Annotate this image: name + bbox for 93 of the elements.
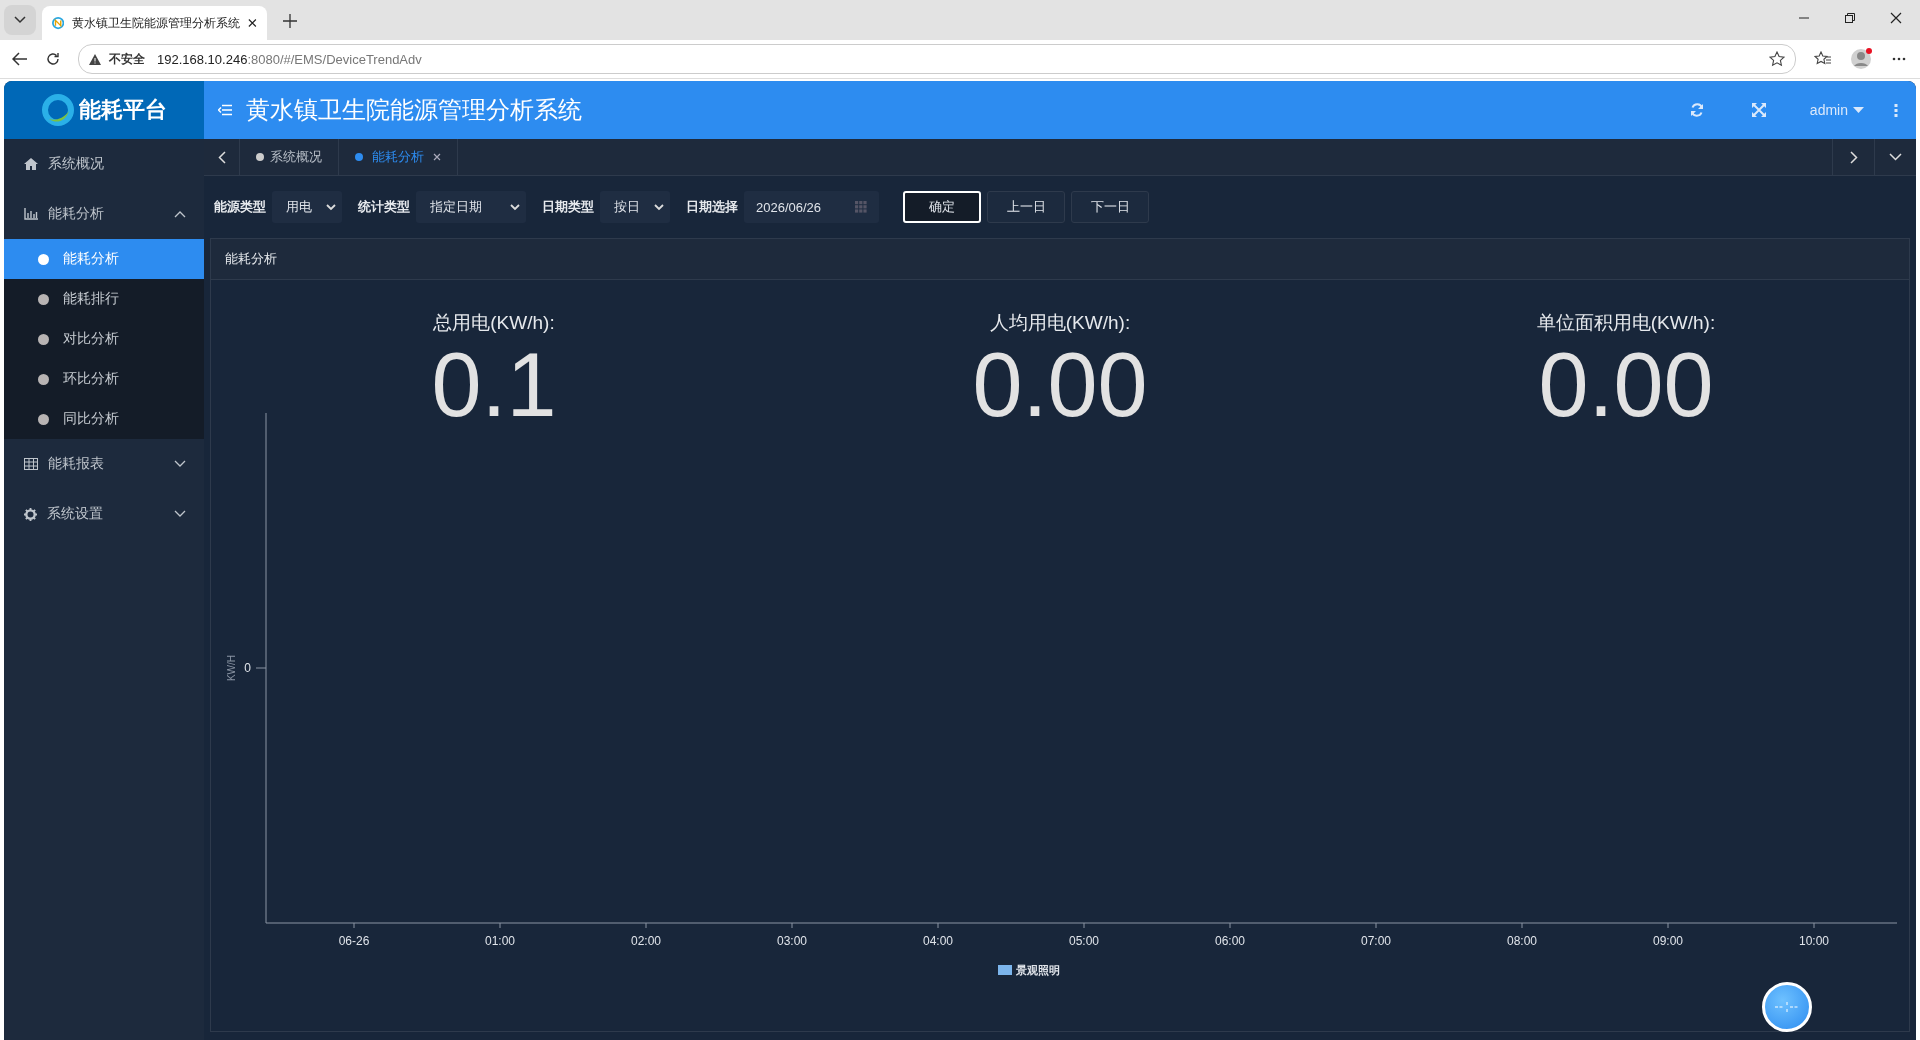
chevron-down-icon (1889, 153, 1902, 161)
chevron-left-icon (217, 150, 226, 164)
reload-icon[interactable] (46, 52, 60, 66)
stat-label: 单位面积用电(KW/h): (1536, 311, 1716, 335)
app-title: 黄水镇卫生院能源管理分析系统 (246, 95, 582, 125)
refresh-icon[interactable] (1689, 103, 1704, 117)
x-tick-label: 05:00 (1069, 934, 1099, 948)
gear-icon (24, 507, 37, 521)
close-icon[interactable] (433, 153, 441, 161)
x-tick-label: 02:00 (631, 934, 661, 948)
filter-label: 能源类型 (214, 198, 266, 216)
sidebar-item[interactable]: 能耗报表 (4, 439, 204, 489)
profile-avatar-icon[interactable] (1850, 47, 1874, 71)
select-field[interactable]: 用电 (272, 191, 342, 223)
chevron-down-icon (14, 16, 26, 24)
chevron-down-icon (326, 203, 336, 211)
x-tick-label: 06-26 (338, 934, 370, 948)
new-tab-icon[interactable] (283, 14, 297, 28)
floating-button[interactable] (1762, 982, 1812, 1032)
menu-icon[interactable] (218, 104, 232, 116)
bullet-icon (38, 413, 49, 425)
close-icon[interactable] (1890, 12, 1902, 24)
sidebar-item[interactable]: 系统设置 (4, 489, 204, 539)
legend-label[interactable]: 景观照明 (1016, 964, 1060, 976)
sidebar-subitem[interactable]: 环比分析 (4, 359, 204, 399)
bullet-icon (38, 253, 49, 265)
filter-label: 统计类型 (358, 198, 410, 216)
tab[interactable]: 系统概况 (240, 139, 339, 175)
action-button[interactable]: 下一日 (1071, 191, 1149, 223)
x-tick-label: 09:00 (1653, 934, 1683, 948)
sidebar-item[interactable]: 能耗分析 (4, 189, 204, 239)
select-field[interactable]: 按日 (600, 191, 670, 223)
x-tick-label: 03:00 (777, 934, 807, 948)
back-icon[interactable] (12, 52, 28, 66)
home-icon (24, 158, 38, 170)
tab-list-button[interactable] (4, 5, 36, 35)
date-field[interactable]: 2026/06/26 (744, 191, 879, 223)
logo-text: 能耗平台 (79, 96, 167, 124)
address-bar[interactable]: 不安全 192.168.10.246:8080/#/EMS/DeviceTrendAdv (78, 44, 1796, 74)
caret-icon (1853, 107, 1864, 113)
stat-label: 总用电(KW/h): (433, 311, 555, 335)
x-tick-label: 06:00 (1215, 934, 1245, 948)
bullet-icon (38, 333, 49, 345)
filter-label: 日期选择 (686, 198, 738, 216)
fullscreen-icon[interactable] (1751, 103, 1766, 117)
sidebar-subitem[interactable]: 对比分析 (4, 319, 204, 359)
favorites-icon[interactable] (1814, 51, 1832, 67)
star-icon[interactable] (1769, 51, 1785, 67)
stat-value: 0.1 (431, 336, 557, 435)
more-vertical-icon[interactable] (1894, 103, 1898, 117)
crosshair-icon (1775, 1002, 1799, 1012)
x-tick-label: 07:00 (1361, 934, 1391, 948)
bullet-icon (256, 153, 264, 161)
chevron-right-icon (1849, 150, 1858, 164)
sidebar-subitem[interactable]: 同比分析 (4, 399, 204, 439)
y-tick-label: 0 (244, 661, 251, 675)
close-icon[interactable] (248, 18, 257, 28)
browser-tab[interactable]: 黄水镇卫生院能源管理分析系统 (42, 6, 267, 40)
chevron-down-icon (654, 203, 664, 211)
bar-chart-icon (24, 208, 38, 220)
url-text: 192.168.10.246:8080/#/EMS/DeviceTrendAdv (157, 51, 422, 67)
panel-title: 能耗分析 (225, 250, 277, 268)
warning-icon (89, 53, 101, 65)
x-tick-label: 04:00 (923, 934, 953, 948)
bullet-icon (38, 293, 49, 305)
bullet-icon (355, 153, 363, 161)
tab[interactable]: 能耗分析 (339, 139, 458, 175)
chevron-down-icon (174, 460, 186, 468)
action-button[interactable]: 确定 (903, 191, 981, 223)
more-icon[interactable] (1892, 57, 1906, 61)
stat-value: 0.00 (972, 336, 1148, 435)
filter-label: 日期类型 (542, 198, 594, 216)
y-axis-title: KW/H (226, 654, 237, 682)
select-field[interactable]: 指定日期 (416, 191, 526, 223)
browser-tab-title: 黄水镇卫生院能源管理分析系统 (72, 14, 241, 32)
action-button[interactable]: 上一日 (987, 191, 1065, 223)
stat-label: 人均用电(KW/h): (989, 311, 1131, 335)
x-tick-label: 08:00 (1507, 934, 1537, 948)
sidebar-item[interactable]: 系统概况 (4, 139, 204, 189)
x-tick-label: 01:00 (485, 934, 515, 948)
bullet-icon (38, 373, 49, 385)
x-tick-label: 10:00 (1799, 934, 1829, 948)
sidebar-subitem[interactable]: 能耗排行 (4, 279, 204, 319)
security-label: 不安全 (109, 50, 145, 68)
favicon-icon (52, 16, 65, 30)
restore-icon[interactable] (1844, 12, 1856, 24)
calendar-grid-icon (855, 201, 867, 213)
chevron-down-icon (510, 203, 520, 211)
table-icon (24, 458, 38, 470)
logo-icon (41, 93, 75, 127)
chevron-down-icon (174, 510, 186, 518)
chevron-up-icon (174, 210, 186, 218)
stat-value: 0.00 (1538, 336, 1714, 435)
